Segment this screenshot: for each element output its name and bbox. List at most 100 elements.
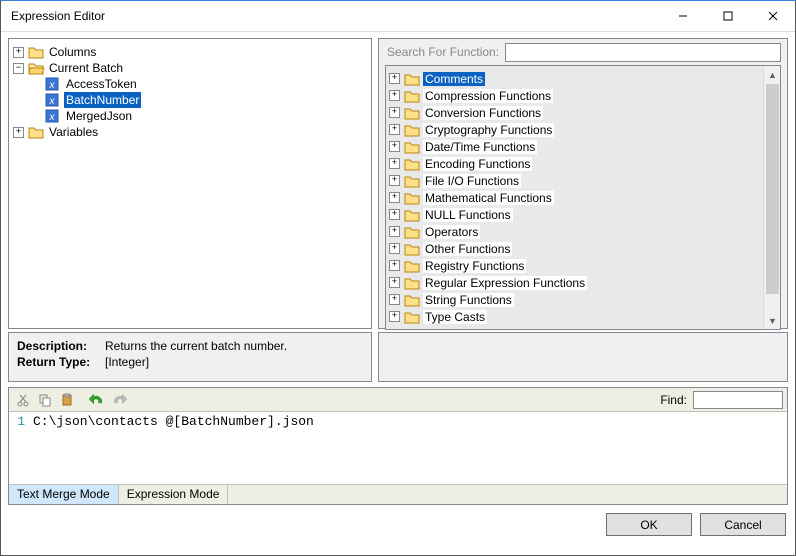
function-search-bar: Search For Function:: [379, 39, 787, 65]
undo-button[interactable]: [87, 390, 107, 410]
category-label: Encoding Functions: [423, 157, 532, 171]
folder-icon: [404, 174, 420, 188]
editor-mode-tabs: Text Merge Mode Expression Mode: [9, 484, 787, 504]
close-button[interactable]: [750, 1, 795, 31]
expand-icon[interactable]: +: [389, 90, 400, 101]
cancel-button[interactable]: Cancel: [700, 513, 786, 536]
tree-label: Columns: [47, 44, 98, 60]
expand-icon[interactable]: +: [389, 311, 400, 322]
folder-icon: [404, 208, 420, 222]
expand-icon[interactable]: +: [389, 209, 400, 220]
expand-icon[interactable]: +: [389, 141, 400, 152]
category-label: Compression Functions: [423, 89, 553, 103]
scroll-up-icon[interactable]: ▲: [764, 66, 781, 83]
tab-text-merge-mode[interactable]: Text Merge Mode: [9, 485, 119, 504]
function-category[interactable]: +Other Functions: [389, 240, 760, 257]
paste-button[interactable]: [57, 390, 77, 410]
window-title: Expression Editor: [1, 9, 105, 23]
line-number: 1: [9, 414, 25, 429]
scroll-thumb[interactable]: [766, 84, 779, 294]
expand-icon[interactable]: +: [13, 127, 24, 138]
find-label: Find:: [660, 393, 687, 407]
expand-icon[interactable]: +: [389, 158, 400, 169]
find-input[interactable]: [693, 391, 783, 409]
function-category[interactable]: +Conversion Functions: [389, 104, 760, 121]
expand-icon[interactable]: +: [13, 47, 24, 58]
category-label: NULL Functions: [423, 208, 513, 222]
copy-button[interactable]: [35, 390, 55, 410]
expand-icon[interactable]: +: [389, 243, 400, 254]
tree-node-variables[interactable]: + Variables: [13, 124, 367, 140]
collapse-icon[interactable]: −: [13, 63, 24, 74]
cut-button[interactable]: [13, 390, 33, 410]
category-label: Date/Time Functions: [423, 140, 537, 154]
folder-icon: [404, 106, 420, 120]
function-category[interactable]: + Compression Functions: [389, 87, 760, 104]
expression-editor-area: Find: 1 C:\json\contacts @[BatchNumber].…: [8, 387, 788, 505]
folder-icon: [404, 123, 420, 137]
return-type-value: [Integer]: [105, 355, 149, 369]
tree-label: AccessToken: [64, 76, 139, 92]
folder-icon: [404, 72, 420, 86]
maximize-button[interactable]: [705, 1, 750, 31]
function-category[interactable]: +Type Casts: [389, 308, 760, 325]
function-category[interactable]: +Registry Functions: [389, 257, 760, 274]
folder-icon: [28, 125, 44, 139]
code-editor[interactable]: 1 C:\json\contacts @[BatchNumber].json: [9, 412, 787, 484]
tab-expression-mode[interactable]: Expression Mode: [119, 485, 229, 504]
category-label: File I/O Functions: [423, 174, 521, 188]
function-category[interactable]: + String Functions: [389, 291, 760, 308]
minimize-button[interactable]: [660, 1, 705, 31]
category-label: Cryptography Functions: [423, 123, 554, 137]
ok-button[interactable]: OK: [606, 513, 692, 536]
expand-icon[interactable]: +: [389, 107, 400, 118]
folder-icon: [404, 259, 420, 273]
category-label: Comments: [423, 72, 485, 86]
function-search-input[interactable]: [505, 43, 781, 62]
folder-icon: [404, 89, 420, 103]
expression-editor-window: Expression Editor + Columns: [0, 0, 796, 556]
code-text[interactable]: C:\json\contacts @[BatchNumber].json: [29, 412, 787, 484]
tree-label: MergedJson: [64, 108, 134, 124]
description-value: Returns the current batch number.: [105, 339, 287, 353]
scroll-down-icon[interactable]: ▼: [764, 312, 781, 329]
tree-node-accesstoken[interactable]: x AccessToken: [13, 76, 367, 92]
expand-icon[interactable]: +: [389, 226, 400, 237]
expand-icon[interactable]: +: [389, 294, 400, 305]
expand-icon[interactable]: +: [389, 124, 400, 135]
expand-icon[interactable]: +: [389, 192, 400, 203]
function-category[interactable]: + Cryptography Functions: [389, 121, 760, 138]
function-category[interactable]: +Operators: [389, 223, 760, 240]
function-category[interactable]: + File I/O Functions: [389, 172, 760, 189]
return-type-label: Return Type:: [17, 355, 105, 369]
description-panel: Description: Returns the current batch n…: [8, 332, 372, 382]
editor-toolbar: Find:: [9, 388, 787, 412]
tree-node-columns[interactable]: + Columns: [13, 44, 367, 60]
fields-tree[interactable]: + Columns − Current Batch: [9, 39, 371, 145]
folder-icon: [404, 293, 420, 307]
svg-text:x: x: [49, 112, 56, 123]
folder-icon: [28, 45, 44, 59]
function-category[interactable]: +Mathematical Functions: [389, 189, 760, 206]
svg-text:x: x: [49, 80, 56, 91]
function-category[interactable]: + Date/Time Functions: [389, 138, 760, 155]
category-label: Regular Expression Functions: [423, 276, 587, 290]
redo-button[interactable]: [109, 390, 129, 410]
function-category[interactable]: + Comments: [389, 70, 760, 87]
scrollbar[interactable]: ▲ ▼: [763, 66, 780, 329]
folder-icon: [404, 157, 420, 171]
function-category[interactable]: + NULL Functions: [389, 206, 760, 223]
category-label: String Functions: [423, 293, 514, 307]
search-label: Search For Function:: [387, 45, 499, 59]
function-category[interactable]: + Encoding Functions: [389, 155, 760, 172]
tree-node-current-batch[interactable]: − Current Batch: [13, 60, 367, 76]
expand-icon[interactable]: +: [389, 175, 400, 186]
function-category[interactable]: + Regular Expression Functions: [389, 274, 760, 291]
tree-node-batchnumber[interactable]: x BatchNumber: [13, 92, 367, 108]
expand-icon[interactable]: +: [389, 260, 400, 271]
folder-icon: [404, 225, 420, 239]
expand-icon[interactable]: +: [389, 277, 400, 288]
function-tree[interactable]: + Comments + Compression Functions+Conversi…: [386, 66, 763, 329]
expand-icon[interactable]: +: [389, 73, 400, 84]
tree-node-mergedjson[interactable]: x MergedJson: [13, 108, 367, 124]
